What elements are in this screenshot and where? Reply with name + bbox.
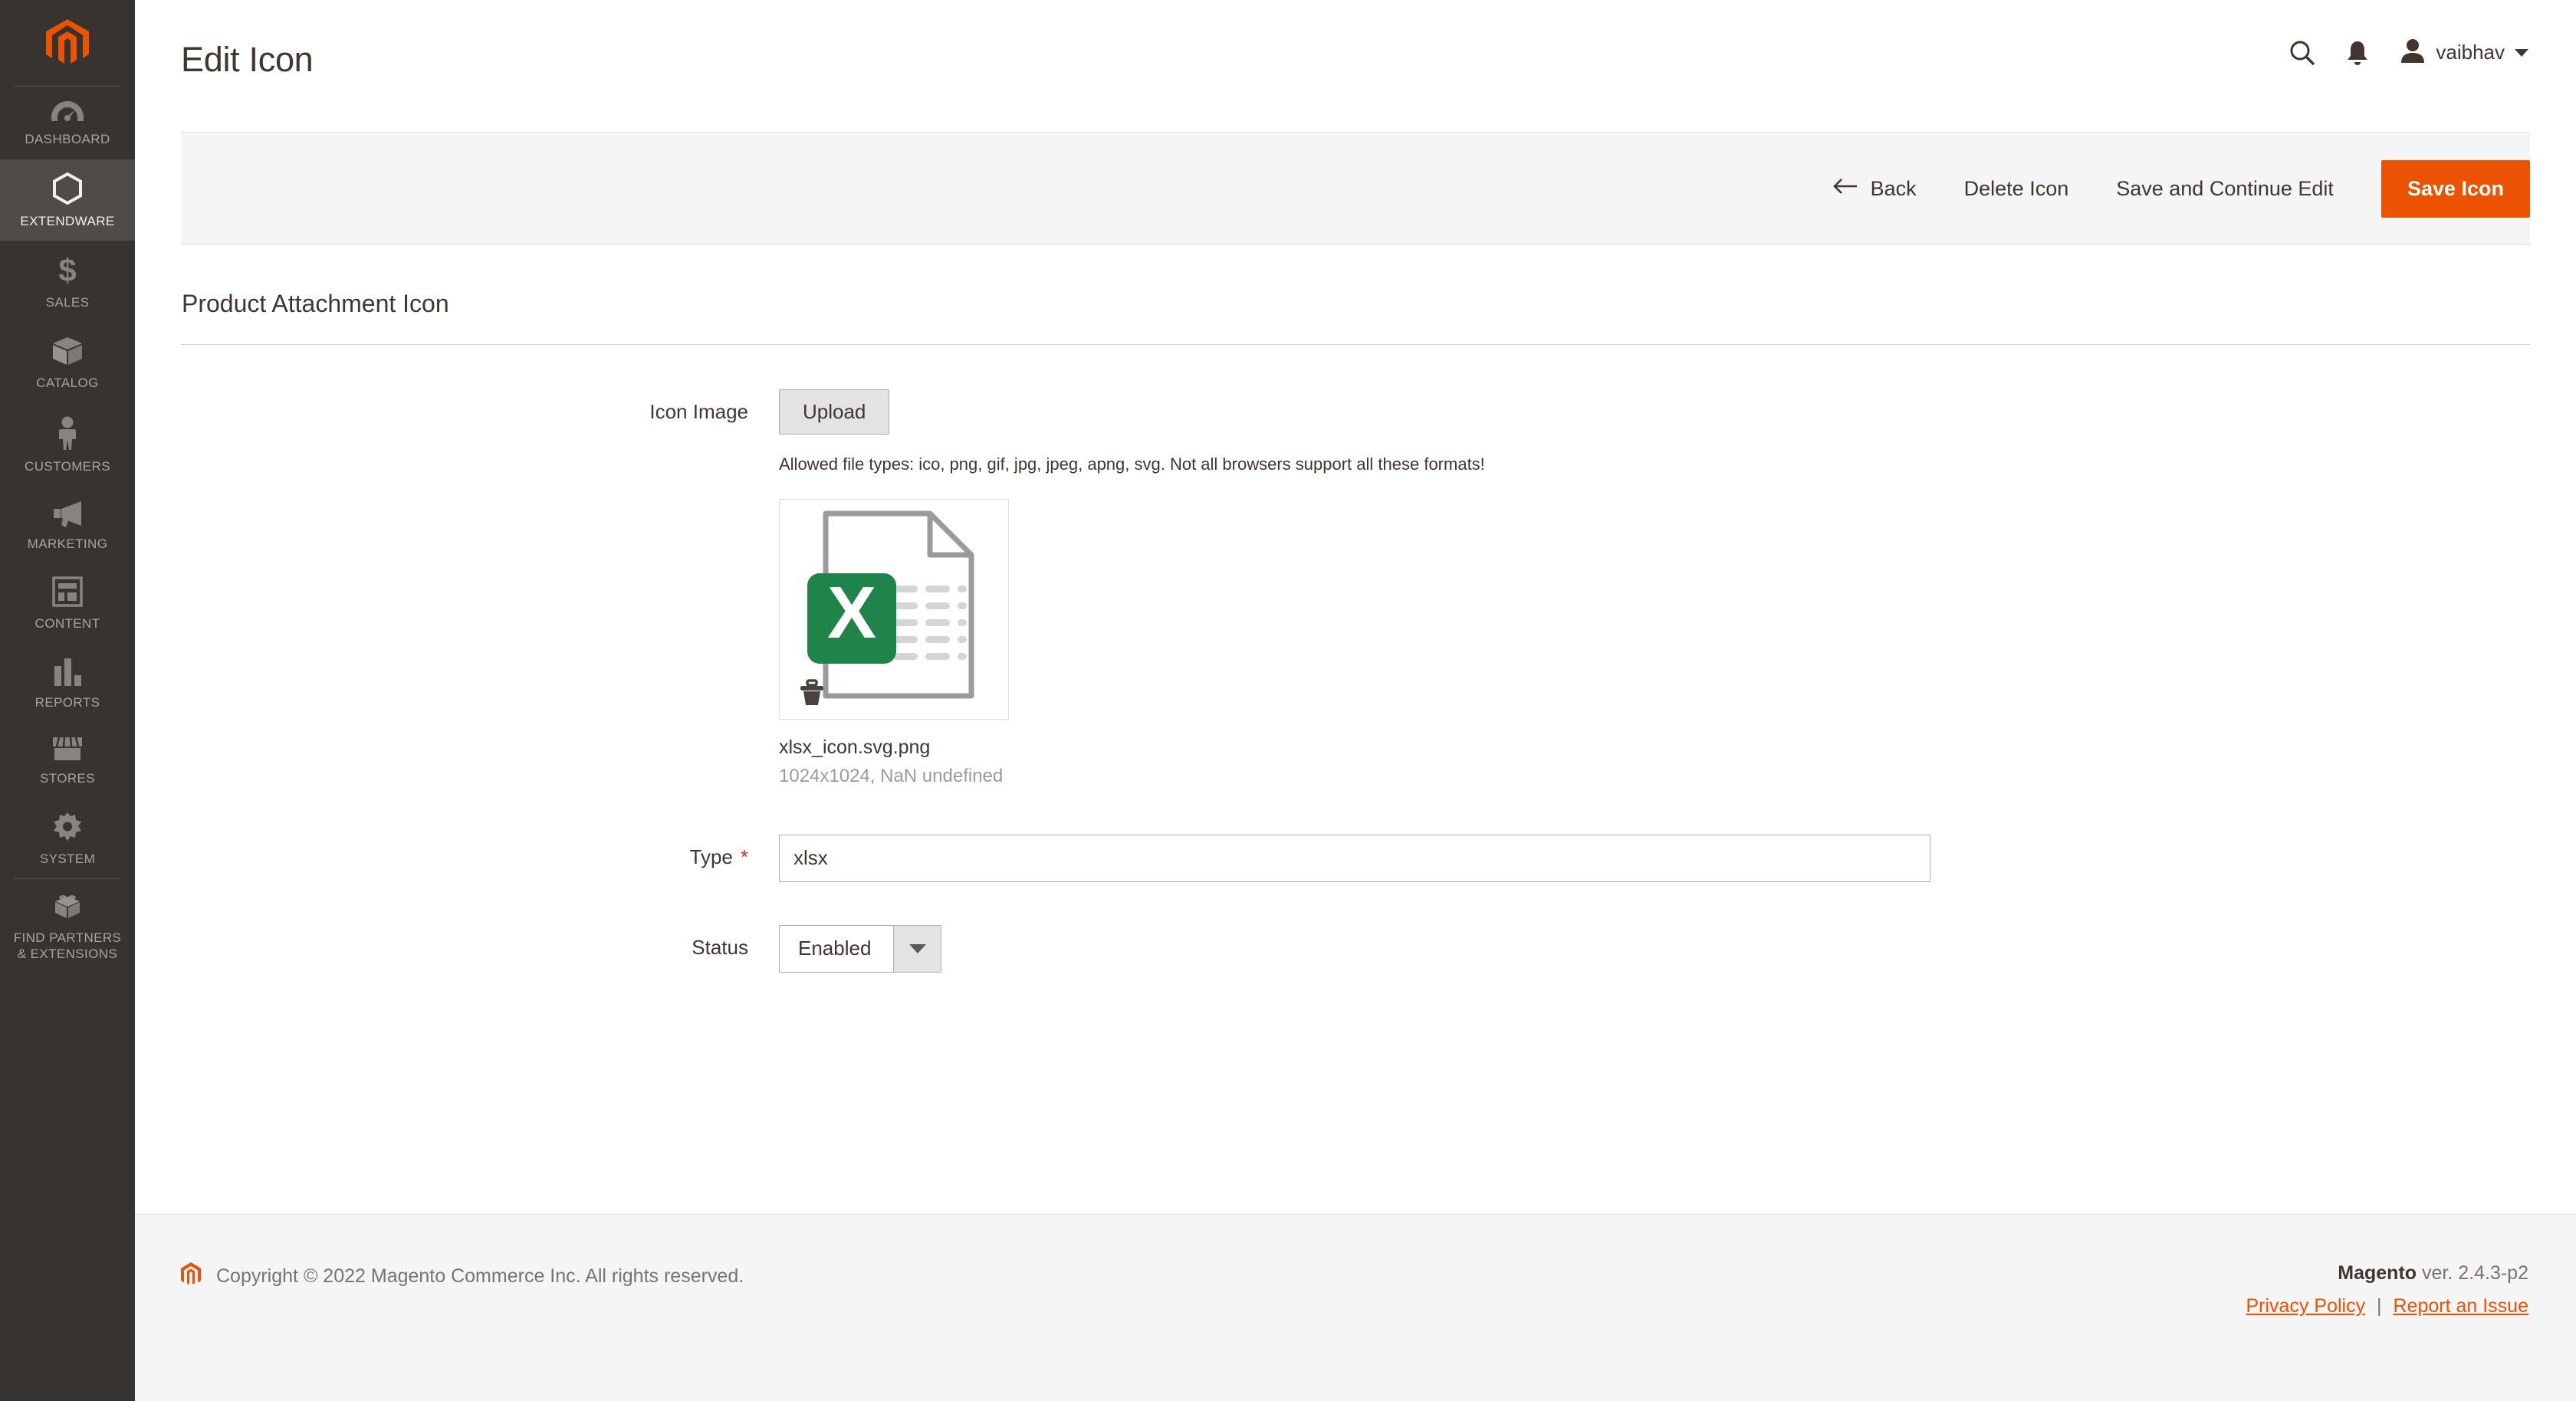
main-content: Edit Icon vaibhav Back Delete Icon Save … — [135, 0, 2576, 1401]
form-section: Product Attachment Icon Icon Image Uploa… — [135, 245, 2576, 973]
sidebar-item-system[interactable]: SYSTEM — [0, 799, 135, 879]
magento-mark-icon — [181, 1262, 201, 1291]
sidebar-item-label: CATALOG — [36, 376, 99, 391]
sidebar-item-label: SYSTEM — [39, 851, 96, 866]
sidebar-item-label: FIND PARTNERS & EXTENSIONS — [13, 930, 122, 962]
icon-image-control: Upload Allowed file types: ico, png, gif… — [779, 389, 2530, 787]
back-button-label: Back — [1870, 176, 1917, 200]
sidebar-item-extendware[interactable]: EXTENDWARE — [0, 159, 135, 241]
trash-icon — [800, 678, 823, 705]
megaphone-icon — [51, 500, 84, 531]
save-and-continue-button[interactable]: Save and Continue Edit — [2116, 177, 2334, 201]
footer-links: Privacy Policy | Report an Issue — [2246, 1295, 2529, 1317]
allowed-file-types-note: Allowed file types: ico, png, gif, jpg, … — [779, 454, 1485, 474]
sidebar-item-label: EXTENDWARE — [20, 213, 115, 228]
status-select[interactable]: Enabled — [779, 924, 941, 973]
footer-meta: Magento ver. 2.4.3-p2 Privacy Policy | R… — [2246, 1262, 2529, 1317]
admin-page: DASHBOARD EXTENDWARE $ SALES CATALOG CUS… — [0, 0, 2576, 1401]
avatar — [2400, 38, 2426, 67]
field-row-type: Type * — [181, 834, 2530, 882]
field-row-icon-image: Icon Image Upload Allowed file types: ic… — [181, 389, 2530, 787]
sidebar-item-catalog[interactable]: CATALOG — [0, 323, 135, 403]
copyright: Copyright © 2022 Magento Commerce Inc. A… — [181, 1262, 744, 1291]
sidebar: DASHBOARD EXTENDWARE $ SALES CATALOG CUS… — [0, 0, 135, 1401]
sidebar-item-sales[interactable]: $ SALES — [0, 241, 135, 323]
person-icon — [56, 416, 79, 454]
sidebar-item-marketing[interactable]: MARKETING — [0, 487, 135, 564]
section-title: Product Attachment Icon — [182, 290, 449, 317]
sidebar-item-stores[interactable]: STORES — [0, 723, 135, 799]
sidebar-item-label: SALES — [45, 295, 90, 310]
back-button[interactable]: Back — [1832, 177, 1917, 201]
user-name: vaibhav — [2436, 41, 2505, 64]
sidebar-item-reports[interactable]: REPORTS — [0, 644, 135, 723]
type-input[interactable] — [779, 834, 1930, 882]
page-actions-toolbar: Back Delete Icon Save and Continue Edit … — [181, 132, 2530, 245]
bell-icon[interactable] — [2346, 40, 2369, 66]
delete-icon-button[interactable]: Delete Icon — [1964, 177, 2069, 201]
sidebar-item-customers[interactable]: CUSTOMERS — [0, 403, 135, 487]
status-select-value: Enabled — [798, 937, 872, 960]
uploaded-file-meta: 1024x1024, NaN undefined — [779, 765, 1004, 786]
sidebar-item-label: MARKETING — [27, 536, 108, 551]
page-footer: Copyright © 2022 Magento Commerce Inc. A… — [135, 1214, 2576, 1401]
box-icon — [51, 336, 84, 370]
arrow-left-icon — [1832, 177, 1858, 201]
magento-logo-icon[interactable] — [0, 0, 135, 86]
hexagon-icon — [53, 172, 82, 208]
sidebar-item-content[interactable]: CONTENT — [0, 563, 135, 644]
user-menu[interactable]: vaibhav — [2400, 38, 2528, 67]
sidebar-item-label: CUSTOMERS — [25, 458, 110, 474]
icon-form: Icon Image Upload Allowed file types: ic… — [181, 345, 2530, 973]
chevron-down-icon — [893, 925, 941, 972]
page-header: Edit Icon vaibhav — [135, 0, 2576, 132]
delete-image-button[interactable] — [797, 678, 827, 708]
required-marker: * — [740, 845, 748, 868]
image-preview: X — [779, 498, 1009, 720]
uploaded-file-name: xlsx_icon.svg.png — [779, 736, 931, 758]
link-separator: | — [2377, 1295, 2382, 1317]
copyright-text: Copyright © 2022 Magento Commerce Inc. A… — [216, 1265, 744, 1287]
chevron-down-icon — [2515, 48, 2528, 57]
report-issue-link[interactable]: Report an Issue — [2394, 1295, 2529, 1317]
dollar-icon: $ — [56, 252, 79, 290]
gear-icon — [52, 812, 83, 846]
sidebar-item-label: REPORTS — [34, 695, 100, 710]
field-row-status: Status Enabled — [181, 924, 2530, 973]
sidebar-item-find-partners[interactable]: FIND PARTNERS & EXTENSIONS — [0, 879, 135, 973]
lego-brick-icon — [51, 892, 84, 925]
status-label: Status — [692, 935, 748, 959]
upload-button[interactable]: Upload — [779, 389, 890, 435]
type-label: Type * — [689, 845, 749, 868]
sidebar-item-label: STORES — [40, 770, 95, 786]
storefront-icon — [51, 736, 84, 766]
sidebar-item-label: CONTENT — [34, 616, 100, 632]
icon-image-label: Icon Image — [649, 400, 748, 423]
bar-chart-icon — [52, 657, 83, 690]
privacy-policy-link[interactable]: Privacy Policy — [2246, 1295, 2366, 1317]
save-icon-button[interactable]: Save Icon — [2380, 159, 2530, 218]
page-title: Edit Icon — [181, 40, 314, 79]
header-actions: vaibhav — [2289, 38, 2528, 67]
dashboard-gauge-icon — [51, 100, 84, 126]
svg-text:$: $ — [58, 254, 76, 286]
version-text: Magento ver. 2.4.3-p2 — [2338, 1262, 2528, 1284]
version-brand: Magento — [2338, 1262, 2417, 1284]
sidebar-item-label: DASHBOARD — [25, 132, 110, 146]
sidebar-item-dashboard[interactable]: DASHBOARD — [0, 87, 135, 159]
layout-icon — [52, 576, 83, 611]
search-icon[interactable] — [2289, 40, 2315, 66]
svg-text:X: X — [827, 572, 876, 654]
